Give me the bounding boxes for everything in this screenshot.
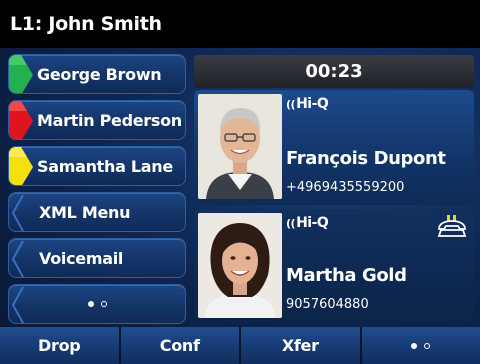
voicemail-key[interactable]: Voicemail bbox=[8, 238, 186, 278]
key-bevel-icon bbox=[9, 285, 33, 323]
caller-number: 9057604880 bbox=[286, 297, 369, 312]
caller-name: Martha Gold bbox=[286, 265, 407, 286]
held-call-panel[interactable]: (( Hi-Q Martha Gold 9057604880 bbox=[194, 209, 474, 323]
line-key-label: Samantha Lane bbox=[37, 156, 173, 176]
hold-phone-icon bbox=[437, 215, 467, 237]
line-key-george-brown[interactable]: George Brown bbox=[8, 54, 186, 94]
more-line-keys-button[interactable] bbox=[8, 284, 186, 324]
line-key-label: George Brown bbox=[37, 64, 162, 84]
hiq-badge: (( Hi-Q bbox=[286, 215, 329, 231]
xml-menu-key[interactable]: XML Menu bbox=[8, 192, 186, 232]
line-key-martin-pederson[interactable]: Martin Pederson bbox=[8, 100, 186, 140]
key-bevel-icon bbox=[9, 193, 33, 231]
presence-indicator-yellow bbox=[9, 147, 33, 185]
presence-indicator-green bbox=[9, 55, 33, 93]
hiq-badge: (( Hi-Q bbox=[286, 96, 329, 112]
conference-button[interactable]: Conf bbox=[120, 327, 239, 364]
soft-key-label: Conf bbox=[159, 336, 200, 355]
active-call-panel[interactable]: (( Hi-Q François Dupont +4969435559200 bbox=[194, 90, 474, 205]
hiq-badge-label: Hi-Q bbox=[296, 96, 329, 112]
phone-screen: L1: John Smith George Brown Martin Peder… bbox=[0, 0, 480, 364]
hd-wave-icon: (( bbox=[286, 216, 296, 230]
line-key-samantha-lane[interactable]: Samantha Lane bbox=[8, 146, 186, 186]
caller-photo bbox=[198, 213, 282, 318]
caller-name: François Dupont bbox=[286, 148, 446, 169]
line-key-label: Martin Pederson bbox=[37, 110, 182, 130]
soft-key-label: Drop bbox=[38, 336, 81, 355]
line-title: L1: John Smith bbox=[10, 13, 162, 35]
line-title-bar: L1: John Smith bbox=[0, 0, 480, 48]
line-key-label: XML Menu bbox=[39, 202, 131, 222]
soft-key-label: Xfer bbox=[281, 336, 319, 355]
caller-number: +4969435559200 bbox=[286, 180, 405, 195]
key-bevel-icon bbox=[9, 239, 33, 277]
more-dots-icon bbox=[87, 301, 107, 307]
more-dots-icon bbox=[411, 342, 431, 349]
drop-button[interactable]: Drop bbox=[0, 327, 119, 364]
presence-indicator-red bbox=[9, 101, 33, 139]
transfer-button[interactable]: Xfer bbox=[241, 327, 360, 364]
call-timer-value: 00:23 bbox=[305, 61, 363, 82]
call-timer: 00:23 bbox=[194, 55, 474, 88]
hd-wave-icon: (( bbox=[286, 97, 296, 111]
line-key-label: Voicemail bbox=[39, 248, 124, 268]
hiq-badge-label: Hi-Q bbox=[296, 215, 329, 231]
soft-key-bar: Drop Conf Xfer bbox=[0, 327, 480, 364]
caller-photo bbox=[198, 94, 282, 199]
more-soft-keys-button[interactable] bbox=[361, 327, 480, 364]
